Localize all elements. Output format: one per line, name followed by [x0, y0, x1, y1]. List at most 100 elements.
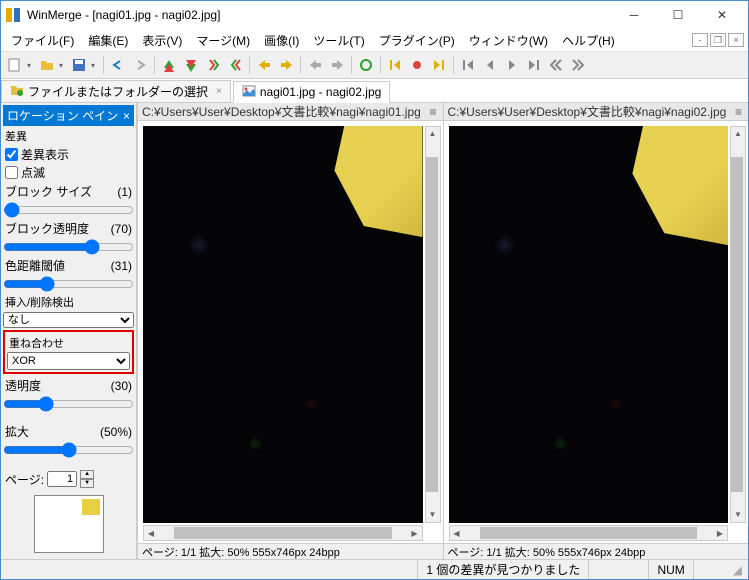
diff-up-button[interactable]: [159, 55, 179, 75]
new-button[interactable]: [5, 55, 25, 75]
block-alpha-value: (70): [111, 222, 132, 236]
open-button[interactable]: [37, 55, 57, 75]
menu-file[interactable]: ファイル(F): [5, 30, 80, 51]
refresh-button[interactable]: [356, 55, 376, 75]
left-vscroll[interactable]: ▲▼: [425, 126, 441, 523]
diff-section-label: 差異: [3, 127, 134, 145]
right-pane-path: C:¥Users¥User¥Desktop¥文書比較¥nagi¥nagi02.j…: [448, 103, 727, 120]
folder-icon: [10, 83, 24, 100]
new-dropdown[interactable]: ▾: [27, 61, 35, 70]
page-input[interactable]: [47, 471, 77, 487]
menu-tool[interactable]: ツール(T): [307, 30, 370, 51]
nav-prev-button[interactable]: [480, 55, 500, 75]
tab-bar: ファイルまたはフォルダーの選択 × nagi01.jpg - nagi02.jp…: [1, 79, 748, 103]
menubar: ファイル(F) 編集(E) 表示(V) マージ(M) 画像(I) ツール(T) …: [1, 29, 748, 51]
left-pane-path: C:¥Users¥User¥Desktop¥文書比較¥nagi¥nagi01.j…: [142, 103, 421, 120]
menu-view[interactable]: 表示(V): [136, 30, 188, 51]
zoom-value: (50%): [100, 425, 132, 439]
right-pane-status: ページ: 1/1 拡大: 50% 555x746px 24bpp: [444, 543, 749, 559]
menu-merge[interactable]: マージ(M): [190, 30, 256, 51]
mdi-minimize-button[interactable]: -: [692, 33, 708, 47]
toolbar: ▾ ▾ ▾: [1, 51, 748, 79]
ins-del-label: 挿入/削除検出: [3, 293, 134, 311]
sidebar-title-label: ロケーション ペイン: [7, 107, 118, 124]
redo-button[interactable]: [130, 55, 150, 75]
block-size-value: (1): [117, 185, 132, 199]
nav-next2-button[interactable]: [568, 55, 588, 75]
diff-nav4-button[interactable]: [225, 55, 245, 75]
right-pane-header: C:¥Users¥User¥Desktop¥文書比較¥nagi¥nagi02.j…: [444, 103, 749, 121]
nav-last-button[interactable]: [524, 55, 544, 75]
tab-select-files[interactable]: ファイルまたはフォルダーの選択 ×: [1, 80, 231, 102]
zoom-slider[interactable]: [3, 442, 134, 458]
left-pane-body: ▲▼ ◀▶: [138, 121, 443, 543]
left-hscroll[interactable]: ◀▶: [143, 525, 423, 541]
resize-grip-icon[interactable]: ◢: [733, 563, 744, 577]
menu-edit[interactable]: 編集(E): [82, 30, 134, 51]
overlay-label: 重ね合わせ: [7, 334, 130, 352]
titlebar: WinMerge - [nagi01.jpg - nagi02.jpg] ─ ☐…: [1, 1, 748, 29]
right-image[interactable]: [449, 126, 729, 523]
alpha-value: (30): [111, 379, 132, 393]
copy-left-all-button[interactable]: [254, 55, 274, 75]
diff-down-button[interactable]: [181, 55, 201, 75]
status-num: NUM: [648, 560, 692, 579]
nav-next-button[interactable]: [502, 55, 522, 75]
block-alpha-label: ブロック透明度: [5, 220, 89, 237]
overlay-select[interactable]: XOR: [7, 352, 130, 370]
page-down-button[interactable]: ▼: [80, 479, 94, 488]
block-size-slider[interactable]: [3, 202, 134, 218]
page-up-button[interactable]: ▲: [80, 470, 94, 479]
window-title: WinMerge - [nagi01.jpg - nagi02.jpg]: [27, 8, 612, 22]
menu-help[interactable]: ヘルプ(H): [556, 30, 621, 51]
left-image[interactable]: [143, 126, 423, 523]
right-vscroll[interactable]: ▲▼: [730, 126, 746, 523]
mdi-controls: - ❐ ×: [692, 33, 744, 47]
color-dist-slider[interactable]: [3, 276, 134, 292]
copy-left-button[interactable]: [305, 55, 325, 75]
image-icon: [242, 84, 256, 101]
block-alpha-slider[interactable]: [3, 239, 134, 255]
page-label: ページ:: [5, 471, 44, 488]
save-dropdown[interactable]: ▾: [91, 61, 99, 70]
left-pane-status: ページ: 1/1 拡大: 50% 555x746px 24bpp: [138, 543, 443, 559]
right-pane-body: ▲▼ ◀▶: [444, 121, 749, 543]
tab-close-button[interactable]: ×: [216, 86, 222, 97]
tab-compare[interactable]: nagi01.jpg - nagi02.jpg: [233, 81, 390, 103]
first-diff-button[interactable]: [385, 55, 405, 75]
status-diff-count: 1 個の差異が見つかりました: [417, 560, 588, 579]
ins-del-select[interactable]: なし: [3, 312, 134, 328]
alpha-slider[interactable]: [3, 396, 134, 412]
diff-nav3-button[interactable]: [203, 55, 223, 75]
maximize-button[interactable]: ☐: [656, 1, 700, 29]
blink-checkbox[interactable]: 点滅: [3, 164, 134, 181]
last-diff-button[interactable]: [429, 55, 449, 75]
main-area: ロケーション ペイン × 差異 差異表示 点滅 ブロック サイズ(1) ブロック…: [1, 103, 748, 559]
nav-first-button[interactable]: [458, 55, 478, 75]
open-dropdown[interactable]: ▾: [59, 61, 67, 70]
menu-window[interactable]: ウィンドウ(W): [463, 30, 554, 51]
menu-plugin[interactable]: プラグイン(P): [373, 30, 461, 51]
current-diff-button[interactable]: [407, 55, 427, 75]
copy-right-all-button[interactable]: [276, 55, 296, 75]
show-diff-checkbox[interactable]: 差異表示: [3, 146, 134, 163]
copy-right-button[interactable]: [327, 55, 347, 75]
statusbar: 1 個の差異が見つかりました NUM ◢: [1, 559, 748, 579]
nav-prev2-button[interactable]: [546, 55, 566, 75]
left-pane: C:¥Users¥User¥Desktop¥文書比較¥nagi¥nagi01.j…: [137, 103, 443, 559]
page-thumbnail[interactable]: [34, 495, 104, 553]
menu-image[interactable]: 画像(I): [258, 30, 305, 51]
color-dist-label: 色距離閾値: [5, 257, 65, 274]
minimize-button[interactable]: ─: [612, 1, 656, 29]
left-pane-menu-button[interactable]: ≡: [427, 105, 438, 119]
mdi-close-button[interactable]: ×: [728, 33, 744, 47]
undo-button[interactable]: [108, 55, 128, 75]
right-pane: C:¥Users¥User¥Desktop¥文書比較¥nagi¥nagi02.j…: [443, 103, 749, 559]
right-hscroll[interactable]: ◀▶: [449, 525, 729, 541]
zoom-label: 拡大: [5, 423, 29, 440]
sidebar-close-button[interactable]: ×: [123, 109, 130, 123]
close-button[interactable]: ✕: [700, 1, 744, 29]
right-pane-menu-button[interactable]: ≡: [733, 105, 744, 119]
save-button[interactable]: [69, 55, 89, 75]
mdi-restore-button[interactable]: ❐: [710, 33, 726, 47]
